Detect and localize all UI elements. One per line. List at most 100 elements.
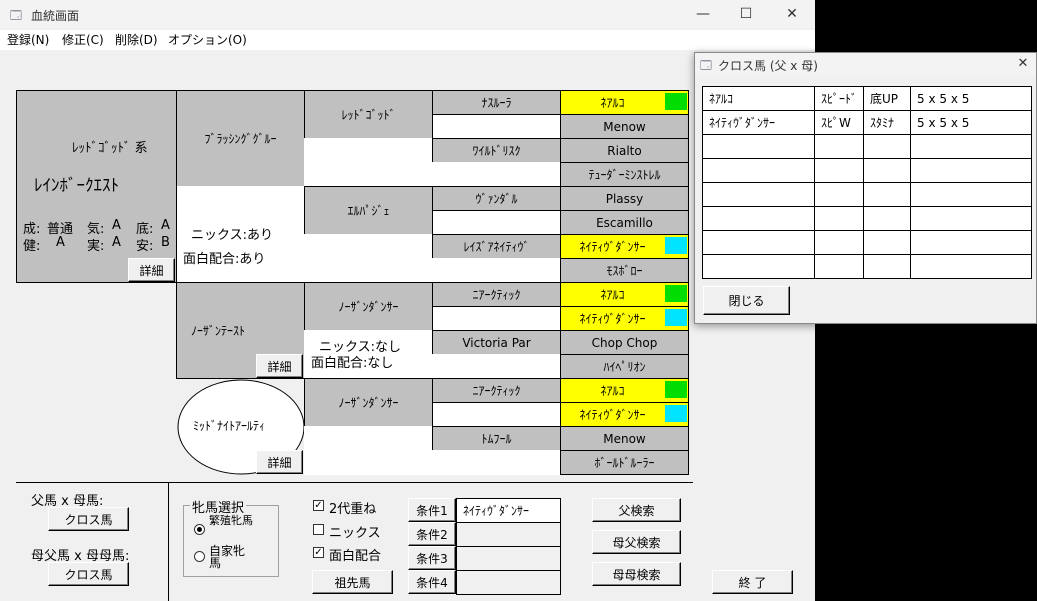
gen4-cell-2: Menow (560, 114, 689, 139)
menu-edit[interactable]: 修正(C) (62, 30, 104, 50)
cross-cell-r2-c2: ｽﾋﾟW (814, 110, 865, 135)
checkbox-omoshiro-label: 面白配合 (329, 549, 382, 564)
cross-button-2[interactable]: クロス馬 (48, 562, 129, 586)
condition-4-button[interactable]: 条件4 (408, 570, 456, 594)
radio-own-mare-label: 自家牝馬 (209, 544, 246, 570)
gen4-cell-11: Chop Chop (560, 330, 689, 355)
cross-cell-r4-c2 (814, 158, 865, 183)
checkbox-nicks[interactable] (313, 524, 324, 535)
checkbox-2dai[interactable]: ✓ (313, 500, 324, 511)
gen3-2 (432, 114, 561, 139)
maximize-button[interactable]: ☐ (731, 0, 761, 28)
gen4-cell-14: ﾈｲﾃｨｳﾞﾀﾞﾝｻｰ (560, 402, 689, 427)
cross-cell-r3-c2 (814, 134, 865, 159)
sire-search-button[interactable]: 父検索 (592, 498, 681, 522)
cross-cell-r7-c2 (814, 230, 865, 255)
cross-cell-r3-c3 (863, 134, 912, 159)
condition-4-value[interactable] (456, 570, 561, 595)
cross-cell-r4-c4 (910, 158, 1032, 183)
cross-cell-r8-c1 (702, 254, 816, 279)
gen2-blank-3 (304, 426, 433, 475)
gen4-label-13: ﾈｱﾙｺ (600, 384, 625, 398)
bottom-vertical-divider (168, 483, 169, 601)
cross-close-button[interactable]: 閉じる (703, 286, 790, 315)
menu-options[interactable]: オプション(O) (168, 30, 247, 50)
gen3-7: ﾚｲｽﾞｱﾈｲﾃｨｳﾞ (432, 234, 561, 259)
dam-name: ﾉｰｻﾞﾝﾃｰｽﾄ (191, 324, 246, 338)
cross-cell-r2-c4: 5 x 5 x 5 (910, 110, 1032, 135)
cross-cell-r6-c3 (863, 206, 912, 231)
menu-delete[interactable]: 削除(D) (115, 30, 158, 50)
stat-ken-value: A (56, 235, 65, 250)
gen4-label-7: ﾈｲﾃｨｳﾞﾀﾞﾝｻｰ (579, 240, 646, 254)
minimize-button[interactable]: — (688, 0, 718, 28)
condition-1-value[interactable]: ﾈｲﾃｨｳﾞﾀﾞﾝｻｰ (456, 498, 561, 523)
cross-cell-r3-c1 (702, 134, 816, 159)
damdam-search-button[interactable]: 母母検索 (592, 562, 681, 586)
dam-detail-button[interactable]: 詳細 (256, 354, 303, 378)
gen4-cell-15: Menow (560, 426, 689, 451)
damsire-search-button[interactable]: 母父検索 (592, 530, 681, 554)
gen4-label-14: ﾈｲﾃｨｳﾞﾀﾞﾝｻｰ (579, 408, 646, 422)
gen3-13: ﾆｱｰｸﾃｨｯｸ (432, 378, 561, 403)
gen4-cell-7: ﾈｲﾃｨｳﾞﾀﾞﾝｻｰ (560, 234, 689, 259)
checkbox-omoshiro[interactable]: ✓ (313, 547, 324, 558)
cross-cell-r1-c2: ｽﾋﾟｰﾄﾞ (814, 86, 865, 111)
damdam-name: ﾐｯﾄﾞﾅｲﾄｱｰﾙﾃｨ (193, 419, 266, 433)
gen2-blank-1 (304, 138, 433, 187)
condition-2-value[interactable] (456, 522, 561, 547)
ancestor-button[interactable]: 祖先馬 (312, 570, 393, 594)
cross-button-1[interactable]: クロス馬 (48, 507, 129, 531)
cross-color-neatko (665, 93, 687, 110)
cross-color-neatko (665, 381, 687, 398)
condition-1-button[interactable]: 条件1 (408, 498, 456, 522)
end-button[interactable]: 終 了 (712, 570, 793, 594)
gen4-cell-6: Escamillo (560, 210, 689, 235)
horse-detail-button[interactable]: 詳細 (128, 258, 175, 282)
gen2-sire-dam: ｴﾙﾊﾟｼﾞｪ (304, 186, 433, 235)
cross-cell-r2-c3: ｽﾀﾐﾅ (863, 110, 912, 135)
radio-own-mare[interactable] (194, 551, 205, 562)
cross-dialog-close[interactable]: ✕ (1012, 52, 1034, 76)
gen4-cell-16: ﾎﾞｰﾙﾄﾞﾙｰﾗｰ (560, 450, 689, 475)
cross-color-neatko (665, 285, 687, 302)
cross-cell-r7-c1 (702, 230, 816, 255)
stat-an-value: B (161, 235, 170, 250)
cross-cell-r2-c1: ﾈｲﾃｨｳﾞﾀﾞﾝｻｰ (702, 110, 816, 135)
cross-cell-r1-c3: 底UP (863, 86, 912, 111)
damdam-detail-button[interactable]: 詳細 (256, 450, 303, 474)
cross-color-native (665, 237, 687, 254)
horse-name: ﾚｲﾝﾎﾞｰｸｴｽﾄ (34, 176, 119, 196)
gen4-label-9: ﾈｱﾙｺ (600, 288, 625, 302)
cross-cell-r7-c4 (910, 230, 1032, 255)
gen3-15: ﾄﾑﾌｰﾙ (432, 426, 561, 451)
gen3-8 (432, 258, 561, 283)
cross-cell-r8-c3 (863, 254, 912, 279)
menu-register[interactable]: 登録(N) (7, 30, 49, 50)
gen2-dam-sire: ﾉｰｻﾞﾝﾀﾞﾝｻｰ (304, 282, 433, 331)
gen3-6 (432, 210, 561, 235)
gen3-5: ｳﾞｧﾝﾀﾞﾙ (432, 186, 561, 211)
gen4-cell-1: ﾈｱﾙｺ (560, 90, 689, 115)
cross-cell-r5-c2 (814, 182, 865, 207)
radio-broodmare[interactable] (194, 524, 205, 535)
sire-omoshiro: 面白配合:あり (183, 252, 266, 267)
condition-3-value[interactable] (456, 546, 561, 571)
cross-cell-r3-c4 (910, 134, 1032, 159)
close-button[interactable]: ✕ (777, 0, 807, 28)
stat-ken-label: 健: (23, 239, 41, 254)
cross-cell-r5-c1 (702, 182, 816, 207)
gen4-cell-13: ﾈｱﾙｺ (560, 378, 689, 403)
cross-dialog-title: クロス馬 (父 x 母) (718, 59, 818, 73)
gen2-damdam-sire: ﾉｰｻﾞﾝﾀﾞﾝｻｰ (304, 378, 433, 427)
cross-color-native (665, 405, 687, 422)
checkbox-nicks-label: ニックス (329, 526, 381, 541)
stat-jitsu-label: 実: (87, 239, 105, 254)
gen3-10 (432, 306, 561, 331)
dialog-window-icon: 🗔 (700, 59, 712, 72)
cross-cell-r8-c4 (910, 254, 1032, 279)
condition-2-button[interactable]: 条件2 (408, 522, 456, 546)
checkbox-2dai-label: 2代重ね (329, 502, 377, 517)
gen2-blank-2 (304, 234, 433, 283)
condition-3-button[interactable]: 条件3 (408, 546, 456, 570)
